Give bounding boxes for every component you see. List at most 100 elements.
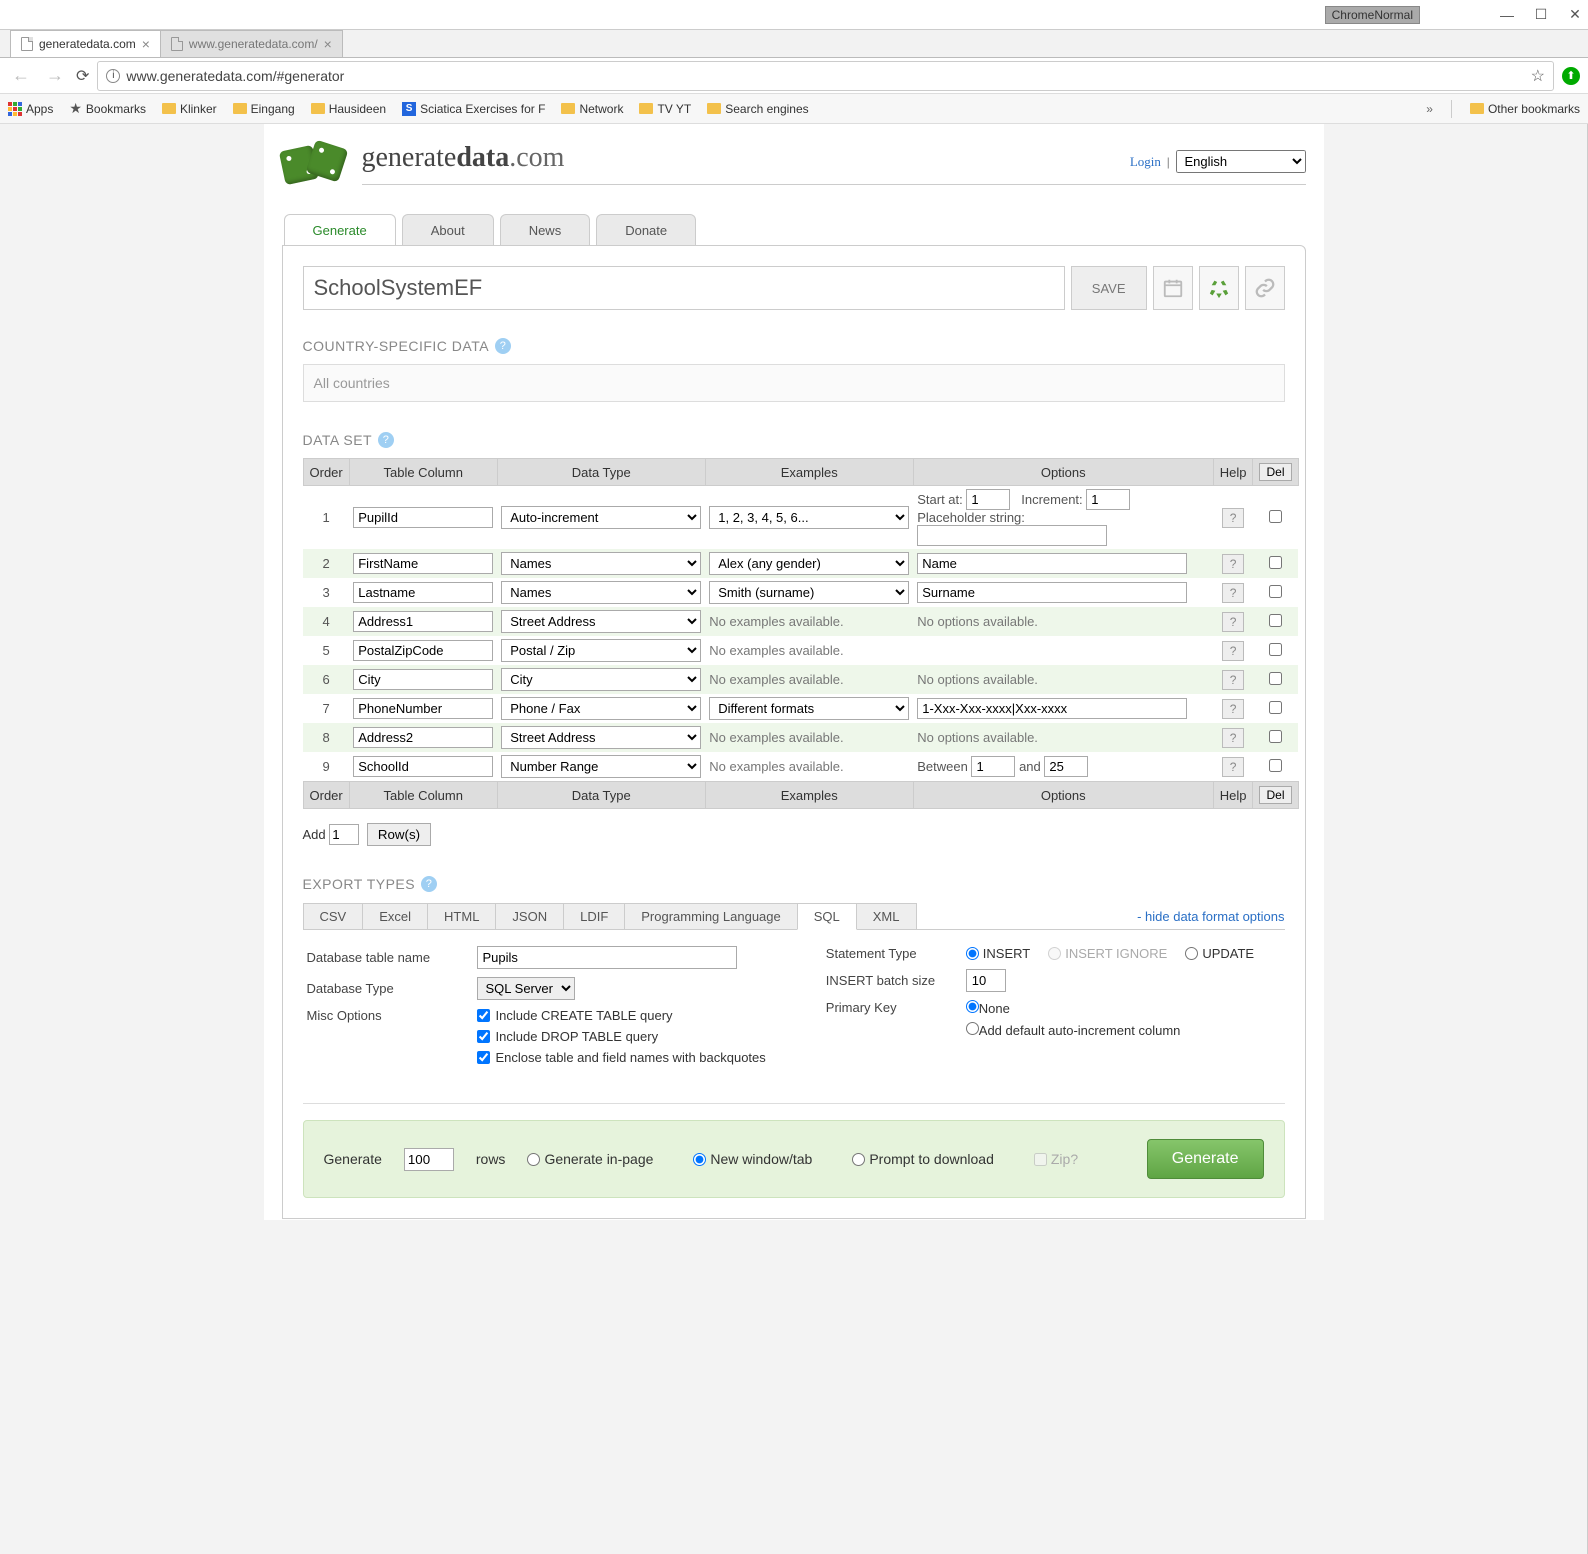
row-delete-checkbox[interactable] [1269, 556, 1282, 569]
export-tab-csv[interactable]: CSV [303, 903, 364, 929]
export-tab-excel[interactable]: Excel [362, 903, 428, 929]
calendar-icon-button[interactable] [1153, 266, 1193, 310]
back-button[interactable]: ← [8, 65, 34, 86]
help-icon[interactable]: ? [378, 432, 394, 448]
apps-button[interactable]: Apps [8, 102, 53, 116]
increment-input[interactable] [1086, 489, 1130, 510]
row-delete-checkbox[interactable] [1269, 614, 1282, 627]
browser-tab-inactive[interactable]: www.generatedata.com/ × [160, 30, 343, 57]
bookmark-folder[interactable]: TV YT [639, 102, 691, 116]
generate-button[interactable]: Generate [1147, 1139, 1264, 1179]
misc-create-checkbox[interactable]: Include CREATE TABLE query [477, 1008, 673, 1023]
delete-all-button[interactable]: Del [1259, 786, 1291, 804]
save-button[interactable]: SAVE [1071, 266, 1147, 310]
link-icon-button[interactable] [1245, 266, 1285, 310]
row-help-button[interactable]: ? [1222, 670, 1244, 690]
generate-count-input[interactable] [404, 1148, 454, 1171]
close-window-button[interactable]: ✕ [1568, 8, 1582, 22]
help-icon[interactable]: ? [421, 876, 437, 892]
gen-zip-checkbox[interactable]: Zip? [1034, 1151, 1078, 1167]
row-order[interactable]: 3 [303, 578, 349, 607]
column-name-input[interactable] [353, 582, 493, 603]
gen-inpage-radio[interactable]: Generate in-page [527, 1151, 653, 1167]
example-select[interactable]: 1, 2, 3, 4, 5, 6... [709, 506, 909, 529]
export-tab-sql[interactable]: SQL [797, 903, 857, 930]
column-name-input[interactable] [353, 698, 493, 719]
bookmark-folder[interactable]: Search engines [707, 102, 808, 116]
bookmark-item[interactable]: SSciatica Exercises for F [402, 102, 545, 116]
placeholder-input[interactable] [917, 525, 1107, 546]
data-type-select[interactable]: Names [501, 552, 701, 575]
row-help-button[interactable]: ? [1222, 508, 1244, 528]
other-bookmarks[interactable]: Other bookmarks [1470, 102, 1580, 116]
column-name-input[interactable] [353, 756, 493, 777]
stmt-update-radio[interactable]: UPDATE [1185, 946, 1254, 961]
row-help-button[interactable]: ? [1222, 641, 1244, 661]
gen-newwindow-radio[interactable]: New window/tab [693, 1151, 812, 1167]
range-to-input[interactable] [1044, 756, 1088, 777]
option-text-input[interactable] [917, 553, 1187, 574]
example-select[interactable]: Alex (any gender) [709, 552, 909, 575]
column-name-input[interactable] [353, 553, 493, 574]
tab-donate[interactable]: Donate [596, 214, 696, 246]
extension-icon[interactable]: ⬆ [1562, 67, 1580, 85]
pk-none-radio[interactable]: None [966, 1000, 1181, 1016]
forward-button[interactable]: → [42, 65, 68, 86]
row-delete-checkbox[interactable] [1269, 701, 1282, 714]
example-select[interactable]: Different formats [709, 697, 909, 720]
option-text-input[interactable] [917, 582, 1187, 603]
hide-format-options-link[interactable]: - hide data format options [1137, 909, 1284, 929]
bookmark-folder[interactable]: Klinker [162, 102, 217, 116]
row-order[interactable]: 7 [303, 694, 349, 723]
reload-button[interactable]: ⟳ [76, 66, 89, 86]
row-help-button[interactable]: ? [1222, 612, 1244, 632]
add-row-button[interactable]: Row(s) [367, 823, 431, 846]
stmt-insert-radio[interactable]: INSERT [966, 946, 1030, 961]
misc-backquotes-checkbox[interactable]: Enclose table and field names with backq… [477, 1050, 766, 1065]
minimize-button[interactable]: — [1500, 8, 1514, 22]
data-type-select[interactable]: Number Range [501, 755, 701, 778]
example-select[interactable]: Smith (surname) [709, 581, 909, 604]
export-tab-programming-language[interactable]: Programming Language [624, 903, 797, 929]
clear-icon-button[interactable] [1199, 266, 1239, 310]
export-tab-ldif[interactable]: LDIF [563, 903, 625, 929]
bookmarks-link[interactable]: ★Bookmarks [69, 100, 146, 117]
overflow-chevron-icon[interactable]: » [1426, 102, 1433, 116]
export-tab-json[interactable]: JSON [495, 903, 564, 929]
close-tab-icon[interactable]: × [142, 36, 150, 52]
close-tab-icon[interactable]: × [324, 36, 332, 52]
pk-autoinc-radio[interactable]: Add default auto-increment column [966, 1022, 1181, 1038]
site-info-icon[interactable]: i [106, 69, 120, 83]
row-delete-checkbox[interactable] [1269, 510, 1282, 523]
data-type-select[interactable]: City [501, 668, 701, 691]
browser-tab-active[interactable]: generatedata.com × [10, 30, 161, 57]
row-delete-checkbox[interactable] [1269, 585, 1282, 598]
row-order[interactable]: 9 [303, 752, 349, 782]
delete-all-button[interactable]: Del [1259, 463, 1291, 481]
row-delete-checkbox[interactable] [1269, 643, 1282, 656]
export-tab-html[interactable]: HTML [427, 903, 496, 929]
row-delete-checkbox[interactable] [1269, 759, 1282, 772]
row-help-button[interactable]: ? [1222, 757, 1244, 777]
db-table-input[interactable] [477, 946, 737, 969]
maximize-button[interactable]: ☐ [1534, 8, 1548, 22]
bookmark-folder[interactable]: Eingang [233, 102, 295, 116]
dataset-name-input[interactable] [303, 266, 1065, 310]
data-type-select[interactable]: Street Address [501, 610, 701, 633]
stmt-insert-ignore-radio[interactable]: INSERT IGNORE [1048, 946, 1167, 961]
data-type-select[interactable]: Auto-increment [501, 506, 701, 529]
start-input[interactable] [966, 489, 1010, 510]
data-type-select[interactable]: Street Address [501, 726, 701, 749]
row-order[interactable]: 6 [303, 665, 349, 694]
row-order[interactable]: 4 [303, 607, 349, 636]
tab-generate[interactable]: Generate [284, 214, 396, 246]
address-bar[interactable]: i www.generatedata.com/#generator ☆ [97, 61, 1554, 91]
bookmark-folder[interactable]: Hausideen [311, 102, 386, 116]
row-help-button[interactable]: ? [1222, 583, 1244, 603]
help-icon[interactable]: ? [495, 338, 511, 354]
add-row-count-input[interactable] [329, 824, 359, 845]
row-delete-checkbox[interactable] [1269, 730, 1282, 743]
country-selector[interactable]: All countries [303, 364, 1285, 402]
column-name-input[interactable] [353, 640, 493, 661]
batch-size-input[interactable] [966, 969, 1006, 992]
